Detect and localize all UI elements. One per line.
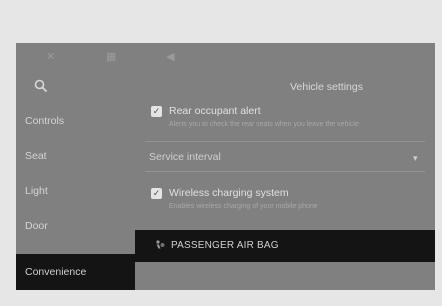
infotainment-screen: ✕ ▦ ◀ Controls Seat Light Door Convenien… [16, 43, 435, 290]
main-panel: Vehicle settings ✓ Rear occupant alert A… [135, 71, 435, 290]
sidebar-item-controls[interactable]: Controls [25, 115, 64, 127]
airbag-icon [156, 240, 165, 249]
divider [145, 171, 425, 172]
rear-occupant-alert-label[interactable]: Rear occupant alert [169, 105, 261, 117]
grid-icon[interactable]: ▦ [106, 51, 116, 63]
chevron-down-icon[interactable]: ▾ [413, 153, 418, 164]
rear-occupant-alert-desc: Alerts you to check the rear seats when … [169, 121, 359, 128]
divider [145, 141, 425, 142]
sidebar: Controls Seat Light Door Convenience [16, 71, 135, 290]
sidebar-item-convenience[interactable]: Convenience [16, 254, 135, 290]
volume-icon[interactable]: ◀ [166, 51, 174, 63]
close-icon[interactable]: ✕ [46, 51, 55, 63]
service-interval-label[interactable]: Service interval [149, 151, 221, 163]
sidebar-item-door[interactable]: Door [25, 220, 48, 232]
top-bar: ✕ ▦ ◀ [16, 43, 435, 71]
sidebar-item-seat[interactable]: Seat [25, 150, 47, 162]
rear-occupant-alert-checkbox[interactable]: ✓ [151, 106, 162, 117]
passenger-airbag-status-bar: PASSENGER AIR BAG [135, 230, 435, 262]
search-icon[interactable] [34, 79, 48, 93]
wireless-charging-desc: Enables wireless charging of your mobile… [169, 203, 318, 210]
sidebar-item-light[interactable]: Light [25, 185, 48, 197]
wireless-charging-checkbox[interactable]: ✓ [151, 188, 162, 199]
passenger-airbag-label: PASSENGER AIR BAG [171, 240, 279, 251]
wireless-charging-label[interactable]: Wireless charging system [169, 187, 289, 199]
page-title: Vehicle settings [290, 81, 363, 93]
